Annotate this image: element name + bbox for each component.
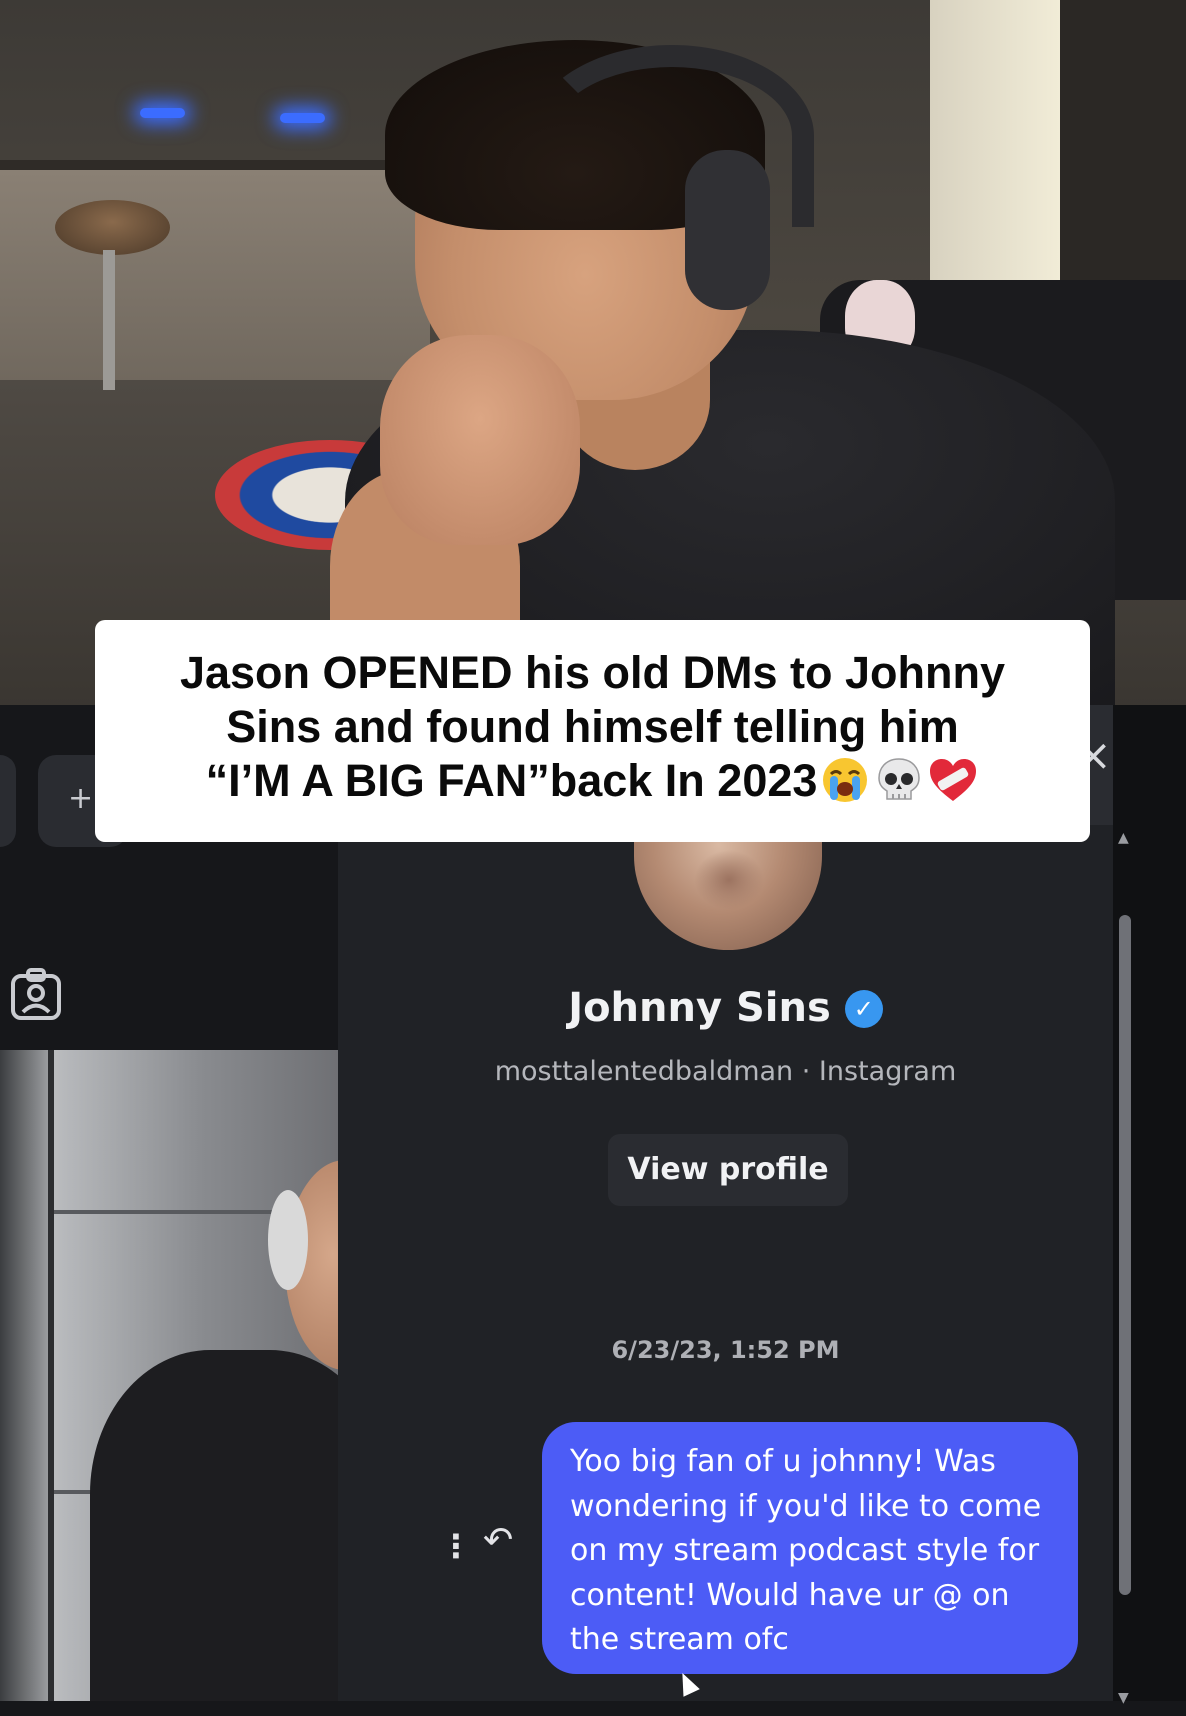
doorway [930, 0, 1060, 280]
message-timestamp: 6/23/23, 1:52 PM [611, 1336, 840, 1364]
rail-button[interactable] [0, 755, 16, 847]
guest-headphones [268, 1190, 308, 1290]
headphones-icon [530, 45, 814, 227]
caption-line-2: Sins and found himself telling him [226, 701, 959, 752]
guest-webcam [0, 1050, 338, 1701]
view-profile-button[interactable]: View profile [608, 1134, 848, 1206]
caption-line-3-row: “I’M A BIG FAN”back In 2023 [115, 754, 1070, 808]
outgoing-message-bubble[interactable]: Yoo big fan of u johnny! Was wondering i… [542, 1422, 1078, 1674]
headphone-earcup [685, 150, 770, 310]
scroll-up-icon[interactable]: ▲ [1118, 830, 1129, 846]
profile-handle: mosttalentedbaldman · Instagram [494, 1056, 957, 1087]
wall [1060, 0, 1186, 300]
skull-icon [878, 758, 921, 800]
bar-stool-leg [103, 250, 115, 390]
bar-stool [55, 200, 170, 255]
led-light [140, 108, 185, 118]
profile-name-row: Johnny Sins ✓ [338, 985, 1113, 1031]
led-light [280, 113, 325, 123]
caption-overlay: Jason OPENED his old DMs to Johnny Sins … [95, 620, 1090, 842]
profile-name: Johnny Sins [568, 985, 831, 1031]
caption-line-3: “I’M A BIG FAN”back In 2023 [205, 755, 818, 806]
scroll-down-icon[interactable]: ▼ [1118, 1690, 1129, 1706]
car [0, 1050, 48, 1701]
kitchen-cabinets [0, 170, 430, 400]
streamer-hand [380, 335, 580, 545]
more-options-icon[interactable]: ⋮ [440, 1527, 472, 1565]
caption-line-1: Jason OPENED his old DMs to Johnny [179, 647, 1006, 698]
profile-card-icon[interactable] [10, 967, 62, 1021]
streamer-webcam [0, 0, 1186, 705]
guest-shirt [90, 1350, 338, 1701]
mending-heart-icon [930, 759, 977, 801]
verified-badge-icon: ✓ [844, 990, 883, 1028]
scrollbar-thumb[interactable] [1119, 915, 1131, 1595]
reply-icon[interactable]: ↶ [483, 1520, 513, 1561]
pole [48, 1050, 54, 1701]
scrollbar[interactable]: ▲ ▼ [1110, 830, 1140, 1716]
loudly-crying-face-icon [823, 758, 868, 802]
